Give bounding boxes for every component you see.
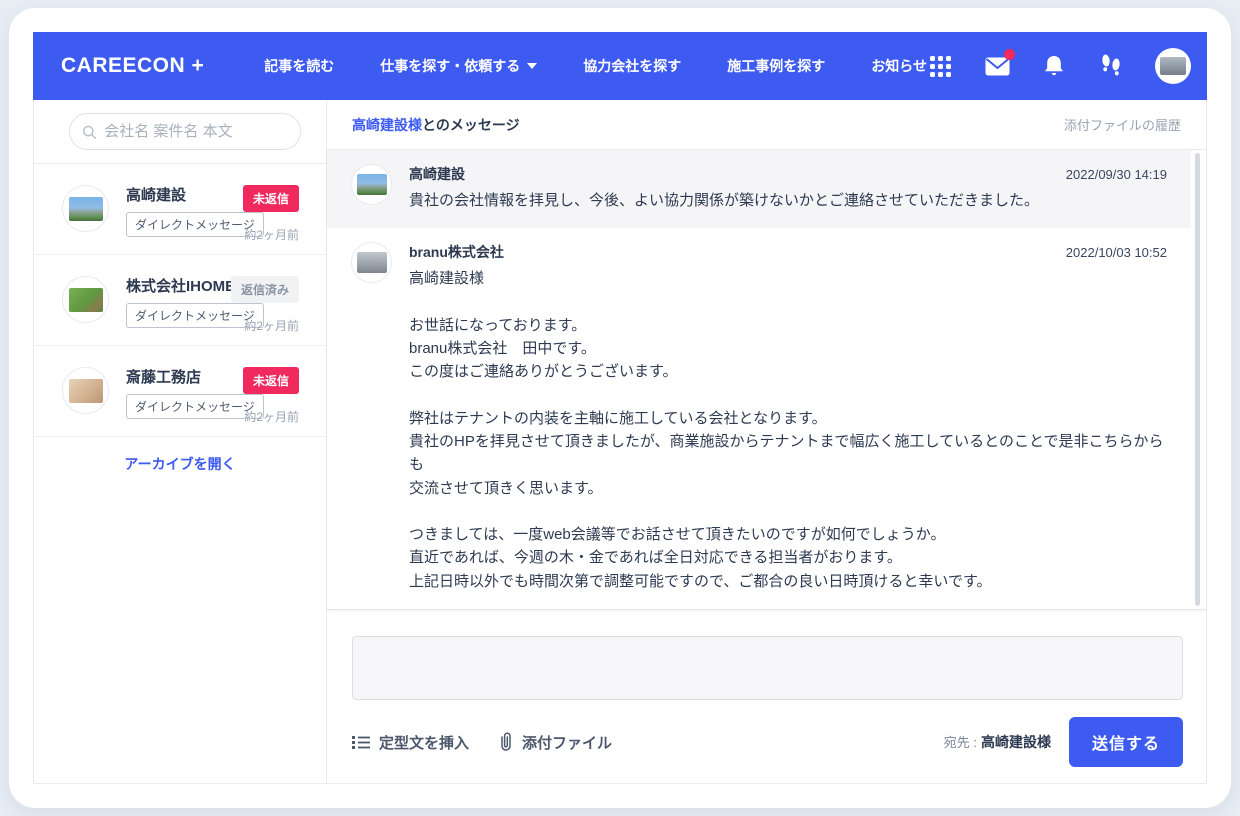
status-badge: 未返信 bbox=[243, 185, 299, 212]
chevron-down-icon bbox=[527, 63, 537, 69]
user-avatar[interactable] bbox=[1155, 48, 1191, 84]
message-type-tag: ダイレクトメッセージ bbox=[126, 212, 264, 237]
chat-header: 高崎建設様とのメッセージ 添付ファイルの履歴 bbox=[327, 100, 1206, 150]
footprints-icon[interactable] bbox=[1098, 53, 1124, 79]
message-sender: branu株式会社 bbox=[409, 242, 504, 262]
avatar bbox=[351, 242, 392, 283]
search-box bbox=[69, 113, 301, 150]
message-body: 貴社の会社情報を拝見し、今後、よい協力関係が築けないかとご連絡させていただきまし… bbox=[409, 189, 1167, 212]
nav-item-find-partners[interactable]: 協力会社を探す bbox=[583, 56, 681, 76]
message-datetime: 2022/09/30 14:19 bbox=[1066, 167, 1167, 182]
bell-icon[interactable] bbox=[1041, 53, 1067, 79]
status-badge: 未返信 bbox=[243, 367, 299, 394]
mail-icon[interactable] bbox=[984, 53, 1010, 79]
insert-template-button[interactable]: 定型文を挿入 bbox=[352, 732, 469, 753]
conversation-item-ihome[interactable]: 株式会社IHOME 返信済み ダイレクトメッセージ 約2ヶ月前 bbox=[34, 255, 326, 346]
avatar bbox=[62, 276, 109, 323]
message-datetime: 2022/10/03 10:52 bbox=[1066, 245, 1167, 260]
conversation-item-saito[interactable]: 斎藤工務店 未返信 ダイレクトメッセージ 約2ヶ月前 bbox=[34, 346, 326, 437]
chat-title: 高崎建設様とのメッセージ bbox=[352, 115, 520, 135]
list-icon bbox=[352, 735, 370, 750]
message-composer: 定型文を挿入 添付ファイル 宛先 : 高崎建設様 送信する bbox=[327, 610, 1206, 783]
nav-item-notices[interactable]: お知らせ bbox=[871, 56, 927, 76]
attach-file-button[interactable]: 添付ファイル bbox=[499, 732, 612, 753]
notification-dot bbox=[1004, 49, 1015, 60]
nav-links: 記事を読む 仕事を探す・依頼する 協力会社を探す 施工事例を探す お知らせ bbox=[264, 56, 927, 76]
conversation-item-takasaki[interactable]: 高崎建設 未返信 ダイレクトメッセージ 約2ヶ月前 bbox=[34, 164, 326, 255]
search-input[interactable] bbox=[104, 123, 288, 140]
avatar bbox=[62, 185, 109, 232]
nav-item-read-articles[interactable]: 記事を読む bbox=[264, 56, 334, 76]
nav-item-find-work[interactable]: 仕事を探す・依頼する bbox=[380, 56, 537, 76]
message-type-tag: ダイレクトメッセージ bbox=[126, 303, 264, 328]
apps-grid-icon[interactable] bbox=[927, 53, 953, 79]
conversation-sidebar: 高崎建設 未返信 ダイレクトメッセージ 約2ヶ月前 株式会社IHOME 返信済み… bbox=[34, 100, 327, 783]
recipient: 宛先 : 高崎建設様 bbox=[944, 732, 1051, 752]
message-type-tag: ダイレクトメッセージ bbox=[126, 394, 264, 419]
message-received: 高崎建設 2022/09/30 14:19 貴社の会社情報を拝見し、今後、よい協… bbox=[327, 150, 1191, 228]
scrollbar[interactable] bbox=[1195, 153, 1200, 606]
avatar bbox=[351, 164, 392, 205]
message-body: 高崎建設様 お世話になっております。 branu株式会社 田中です。 この度はご… bbox=[409, 267, 1167, 593]
careecon-logo[interactable]: CAREECON + bbox=[61, 54, 204, 78]
top-navbar: CAREECON + 記事を読む 仕事を探す・依頼する 協力会社を探す 施工事例… bbox=[33, 32, 1207, 100]
message-sent: branu株式会社 2022/10/03 10:52 高崎建設様 お世話になって… bbox=[327, 228, 1191, 609]
open-archive-link[interactable]: アーカイブを開く bbox=[34, 454, 326, 474]
conversation-time: 約2ヶ月前 bbox=[244, 226, 299, 243]
chat-pane: 高崎建設様とのメッセージ 添付ファイルの履歴 高崎建設 2022/09/30 1… bbox=[327, 100, 1206, 783]
partner-link[interactable]: 高崎建設様 bbox=[352, 117, 422, 133]
app-card: CAREECON + 記事を読む 仕事を探す・依頼する 協力会社を探す 施工事例… bbox=[9, 8, 1231, 808]
status-badge: 返信済み bbox=[231, 276, 299, 303]
nav-item-find-case-studies[interactable]: 施工事例を探す bbox=[727, 56, 825, 76]
paperclip-icon bbox=[499, 732, 513, 752]
conversation-time: 約2ヶ月前 bbox=[244, 317, 299, 334]
conversation-time: 約2ヶ月前 bbox=[244, 408, 299, 425]
send-button[interactable]: 送信する bbox=[1069, 717, 1183, 767]
message-list: 高崎建設 2022/09/30 14:19 貴社の会社情報を拝見し、今後、よい協… bbox=[327, 150, 1206, 610]
message-sender: 高崎建設 bbox=[409, 164, 465, 184]
search-icon bbox=[82, 124, 96, 140]
attachment-history-link[interactable]: 添付ファイルの履歴 bbox=[1064, 115, 1181, 134]
save-as-template-link[interactable]: このメッセージを定型文として登録する bbox=[327, 609, 1191, 610]
message-input[interactable] bbox=[352, 636, 1183, 700]
avatar bbox=[62, 367, 109, 414]
